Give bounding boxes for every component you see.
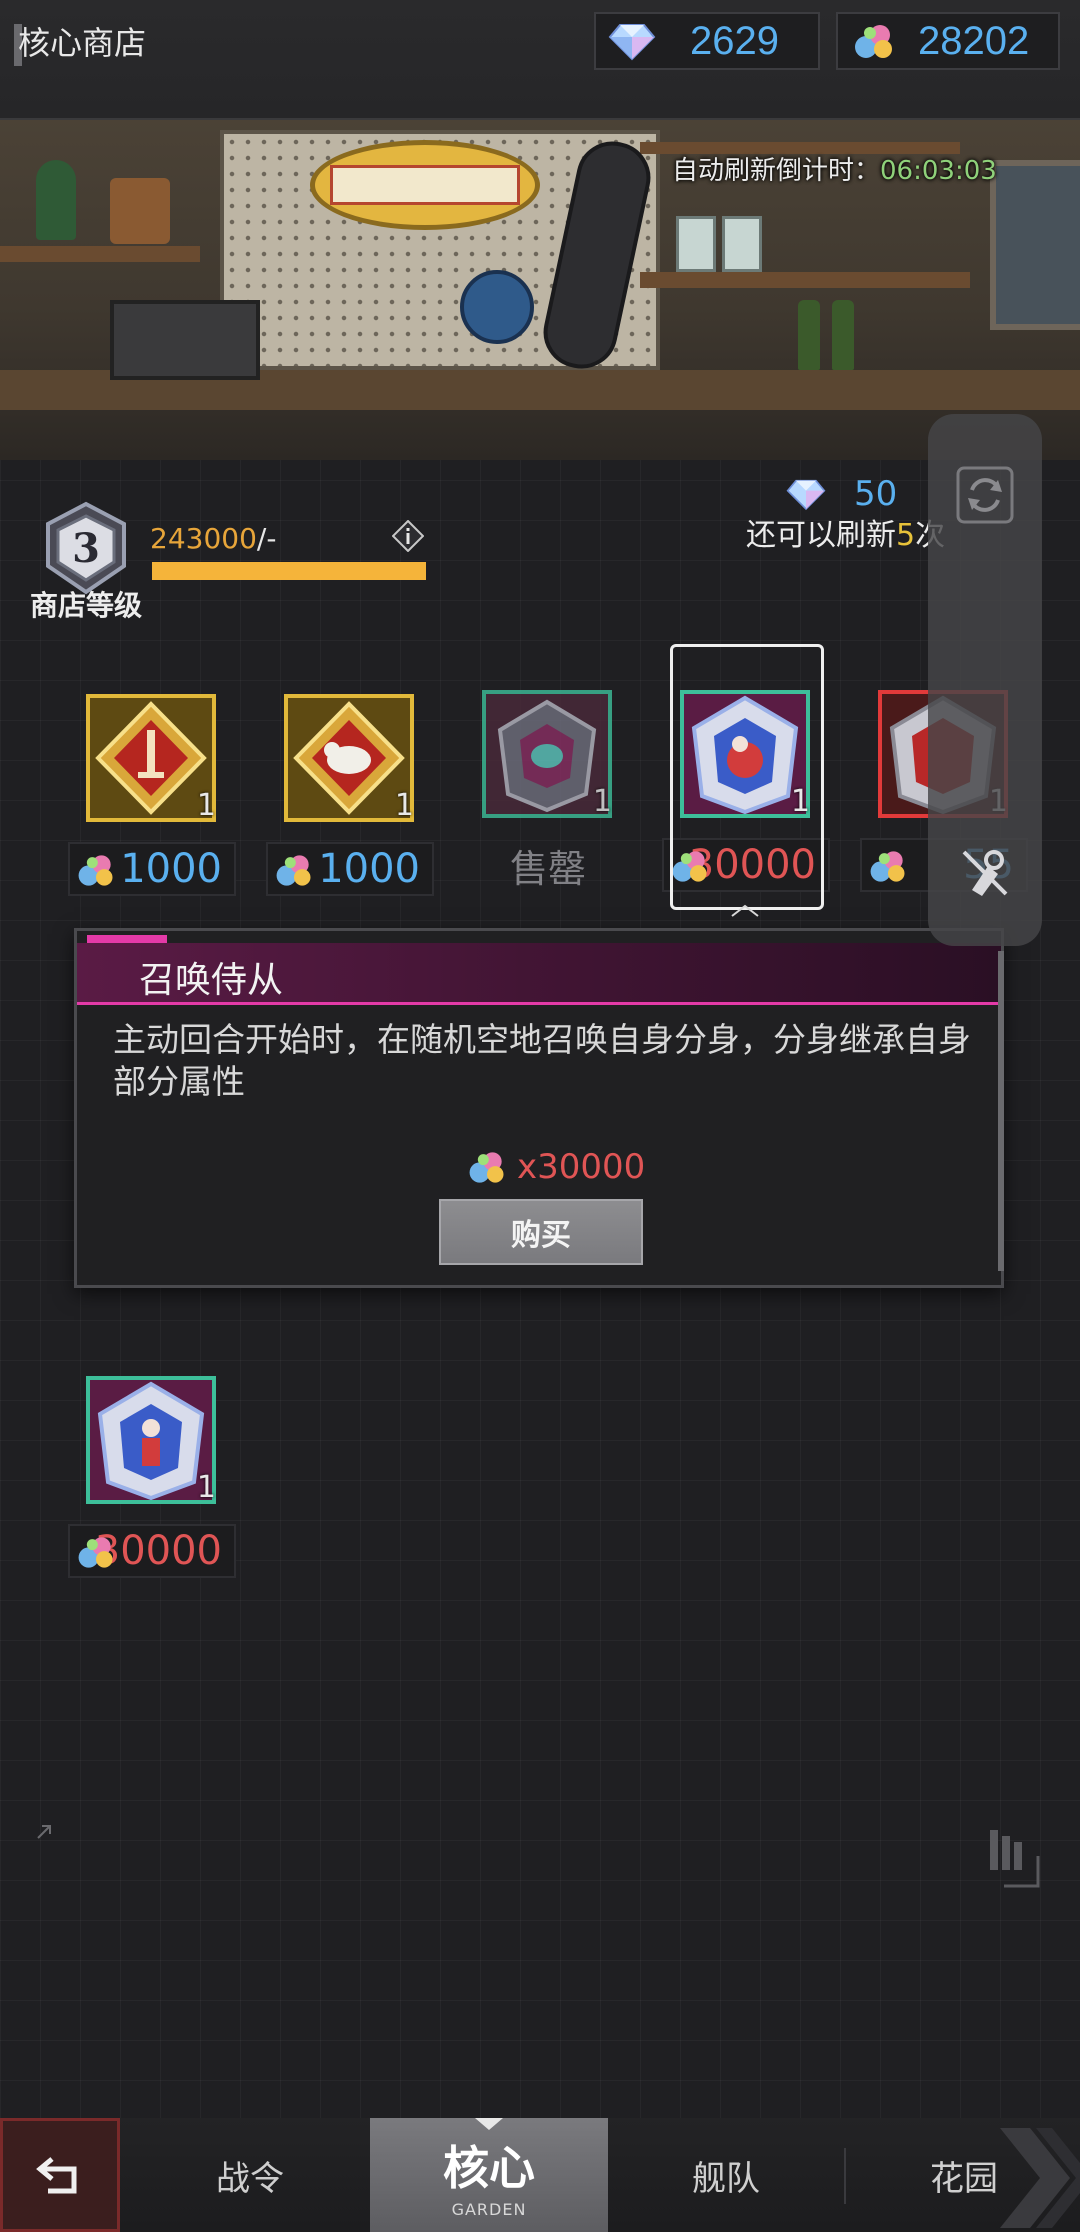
jar-icon [722, 216, 762, 272]
item-qty: 1 [592, 784, 612, 819]
item-price-tag[interactable]: 1000 [68, 842, 236, 896]
bottle-icon [832, 300, 854, 370]
item-price-tag[interactable]: 30000 [68, 1524, 236, 1578]
back-arrow-icon [36, 2157, 77, 2194]
core-coin-icon [469, 1152, 504, 1183]
shop-sign-plate [330, 165, 520, 205]
shop-exp-bar [152, 562, 426, 580]
shop-exp-value: 243000 [150, 522, 257, 555]
item-price-tag: 售罄 [464, 838, 632, 892]
tab-core-label: 核心 [443, 2140, 535, 2195]
tab-fleet[interactable]: 舰队 [626, 2118, 826, 2232]
refresh-remaining-count: 5 [896, 518, 916, 553]
left-shelf [0, 246, 200, 262]
shop-level-number: 3 [72, 525, 100, 572]
refresh-timer-label: 自动刷新倒计时： [672, 156, 881, 186]
tab-core[interactable]: 核心 GARDEN [370, 2118, 608, 2232]
window-icon [990, 160, 1080, 330]
page-title: 核心商店 [18, 24, 147, 62]
boot-icon [110, 178, 170, 244]
buy-button[interactable]: 购买 [439, 1199, 643, 1265]
mute-icon[interactable] [958, 846, 1012, 900]
item-price: 1000 [318, 846, 420, 892]
auto-refresh-timer: 自动刷新倒计时：06:03:03 [672, 150, 997, 187]
right-shelf [640, 272, 970, 288]
item-price-tag[interactable]: 1000 [266, 842, 434, 896]
shop-exp-suffix: /- [256, 522, 277, 555]
shop-level-label: 商店等级 [30, 589, 143, 622]
floating-side-panel [928, 414, 1042, 946]
item-qty: 1 [394, 788, 414, 823]
bars-icon [990, 1830, 1040, 1888]
refresh-timer-value: 06:03:03 [880, 156, 997, 186]
popup-cost: x30000 [465, 1147, 645, 1187]
item-qty: 1 [196, 1470, 216, 1505]
info-icon[interactable] [392, 520, 424, 552]
item-detail-popup: 召唤侍从 主动回合开始时，在随机空地召唤自身分身，分身继承自身部分属性 x300… [74, 928, 1004, 1288]
popup-title: 召唤侍从 [139, 960, 284, 1001]
globe-icon [460, 270, 534, 344]
bottle-icon [798, 300, 820, 370]
core-coin-icon [78, 855, 113, 886]
refresh-remaining-prefix: 还可以刷新 [746, 518, 896, 553]
sold-out-label: 售罄 [509, 846, 586, 891]
item-price: 1000 [120, 846, 222, 892]
coin-balance-value: 28202 [918, 18, 1030, 63]
refresh-cost-value: 50 [854, 474, 898, 514]
active-tab-indicator [475, 2118, 503, 2130]
refresh-cost: 50 [786, 474, 897, 514]
gem-icon [608, 24, 656, 61]
top-header: 核心商店 2629 28202 [0, 0, 1080, 120]
core-coin-icon [276, 855, 311, 886]
selection-frame [670, 644, 824, 910]
popup-edge [998, 951, 1004, 1271]
refresh-icon[interactable] [956, 466, 1014, 524]
core-coin-icon [870, 851, 905, 882]
tab-battle-pass[interactable]: 战令 [150, 2118, 350, 2232]
shop-level-badge-icon: 3 [46, 501, 126, 595]
gem-icon [786, 479, 826, 511]
chevron-up-icon [731, 904, 759, 917]
back-button[interactable] [0, 2118, 120, 2232]
core-coin-icon [78, 1537, 113, 1568]
jar-icon [676, 216, 716, 272]
popup-description: 主动回合开始时，在随机空地召唤自身分身，分身继承自身部分属性 [113, 1020, 971, 1101]
coin-balance-box[interactable]: 28202 [836, 12, 1060, 70]
nav-divider [844, 2148, 846, 2204]
plant-icon [36, 160, 76, 240]
core-coin-icon [855, 25, 892, 58]
cash-register-icon [110, 300, 260, 380]
core-shop-screen: 核心商店 2629 28202 自动刷新倒计时：06:03:03 3 商店等级 … [0, 0, 1080, 2232]
item-qty: 1 [196, 788, 216, 823]
bottom-navigation: 战令 核心 GARDEN 舰队 花园 [0, 2118, 1080, 2232]
gem-balance-box[interactable]: 2629 [594, 12, 820, 70]
tab-core-sublabel: GARDEN [451, 2199, 527, 2219]
popup-cost-value: x30000 [517, 1147, 646, 1187]
shop-exp-text: 243000/- [150, 522, 276, 555]
expand-icon [37, 1825, 51, 1839]
refresh-remaining-text: 还可以刷新5次 [746, 510, 945, 554]
double-chevron-right-icon [1000, 2128, 1080, 2228]
gem-balance-value: 2629 [690, 18, 779, 63]
